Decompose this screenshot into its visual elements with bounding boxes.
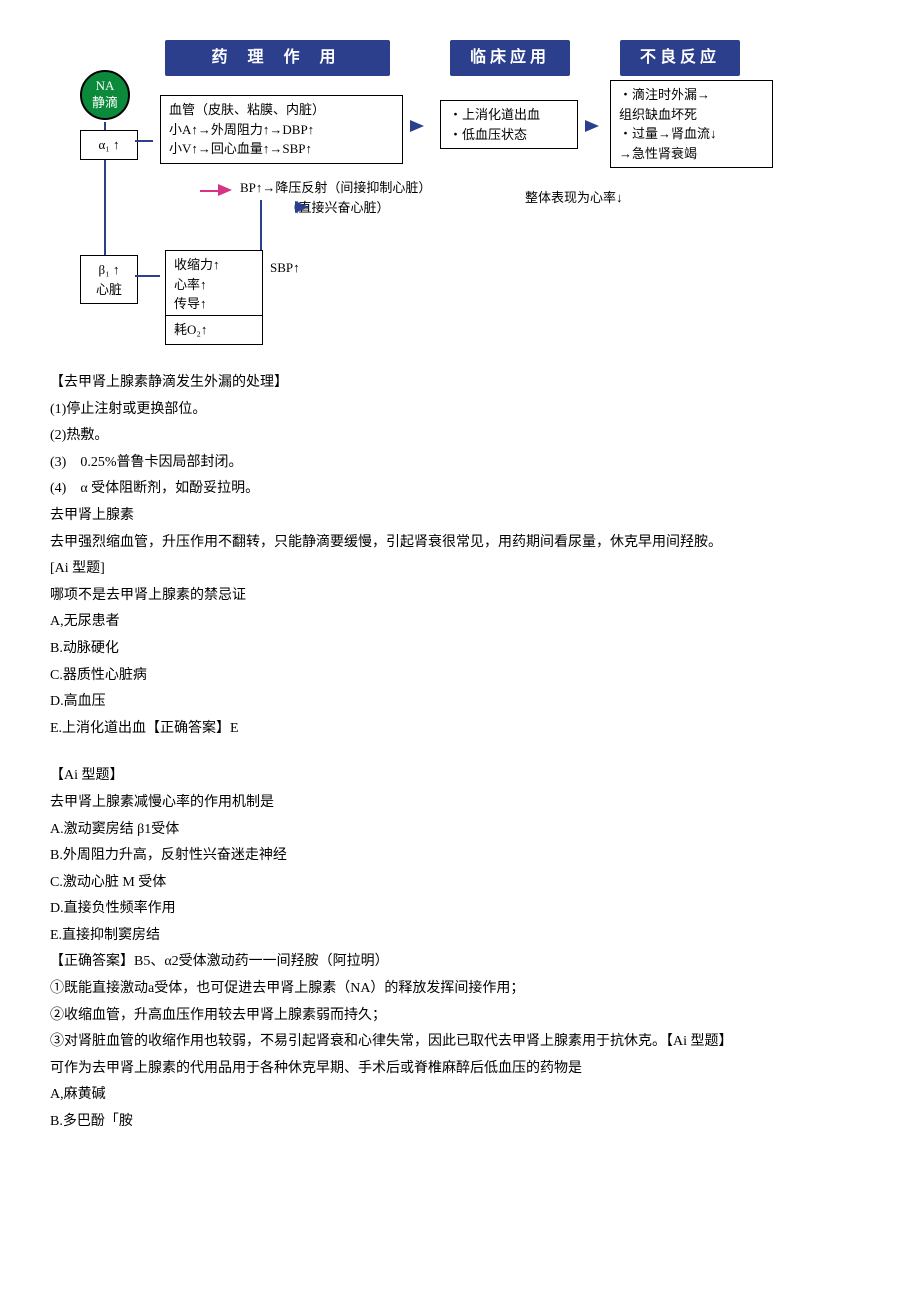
vessel-effects-box: 血管（皮肤、粘膜、内脏） 小A↑→外周阻力↑→DBP↑ 小V↑→回心血量↑→SB… [160,95,403,164]
alpha-receptor-box: α₁ ↑ [80,130,138,160]
q2-answer-and-section5: 【正确答案】B5、α2受体激动药一一间羟胺（阿拉明） [50,949,870,976]
bp-reflex-text: BP↑→降压反射（间接抑制心脏） （直接兴奋心脏） [240,178,431,217]
q1-option-c: C.器质性心脏病 [50,663,870,690]
heart-contraction-box: 收缩力↑ 心率↑ 传导↑ [165,250,263,318]
header-pharmacology: 药 理 作 用 [165,40,390,76]
q1-option-b: B.动脉硬化 [50,636,870,663]
beta-receptor-box: β₁ ↑ 心脏 [80,255,138,304]
adverse-reaction-box: ・滴注时外漏→ 组织缺血坏死 ・过量→肾血流↓ →急性肾衰竭 [610,80,773,168]
q3-option-a: A,麻黄碱 [50,1082,870,1109]
header-adverse: 不良反应 [620,40,740,76]
leak-step-3: (3) 0.25%普鲁卡因局部封闭。 [50,450,870,477]
metaraminol-point-1: ①既能直接激动a受体，也可促进去甲肾上腺素（NA）的释放发挥间接作用； [50,976,870,1003]
q1-option-a: A,无尿患者 [50,609,870,636]
heart-sbp-text: SBP↑ [270,258,300,278]
leak-step-2: (2)热敷。 [50,423,870,450]
q2-option-d: D.直接负性频率作用 [50,896,870,923]
q2-option-a: Α.激动窦房结 β1受体 [50,817,870,844]
q2-option-c: C.激动心脏 M 受体 [50,870,870,897]
question-type-1: [Ai 型题] [50,556,870,583]
heart-rate-result: 整体表现为心率↓ [525,188,623,208]
leak-step-1: (1)停止注射或更换部位。 [50,397,870,424]
q2-option-e: E.直接抑制窦房结 [50,923,870,950]
q2-option-b: B.外周阻力升高，反射性兴奋迷走神经 [50,843,870,870]
q1-option-e-answer: E.上消化道出血【正确答案】E [50,716,870,743]
heart-o2-box: 耗O₂↑ [165,315,263,345]
question-type-2: 【Ai 型题】 [50,763,870,790]
drug-mnemonic: 去甲强烈缩血管，升压作用不翻转，只能静滴要缓慢，引起肾衰很常见，用药期间看尿量，… [50,530,870,557]
clinical-use-box: ・上消化道出血 ・低血压状态 [440,100,578,149]
leak-step-4: (4) α 受体阻断剂，如酚妥拉明。 [50,476,870,503]
question-1-stem: 哪项不是去甲肾上腺素的禁忌证 [50,583,870,610]
question-2-stem: 去甲肾上腺素减慢心率的作用机制是 [50,790,870,817]
header-clinical: 临床应用 [450,40,570,76]
blank-line [50,742,870,763]
drug-name: 去甲肾上腺素 [50,503,870,530]
na-drip-circle: NA 静滴 [80,70,130,120]
metaraminol-point-2: ②收缩血管，升高血压作用较去甲肾上腺素弱而持久； [50,1003,870,1030]
pharmacology-diagram: 药 理 作 用 临床应用 不良反应 NA 静滴 α₁ ↑ 血管（皮肤、粘膜、内脏… [80,40,800,360]
q1-option-d: D.高血压 [50,689,870,716]
q3-option-b: B.多巴酚「胺 [50,1109,870,1136]
metaraminol-point-3: ③对肾脏血管的收缩作用也较弱，不易引起肾衰和心律失常，因此已取代去甲肾上腺素用于… [50,1029,870,1056]
leak-handling-title: 【去甲肾上腺素静滴发生外漏的处理】 [50,370,870,397]
question-3-stem: 可作为去甲肾上腺素的代用品用于各种休克早期、手术后或脊椎麻醉后低血压的药物是 [50,1056,870,1083]
